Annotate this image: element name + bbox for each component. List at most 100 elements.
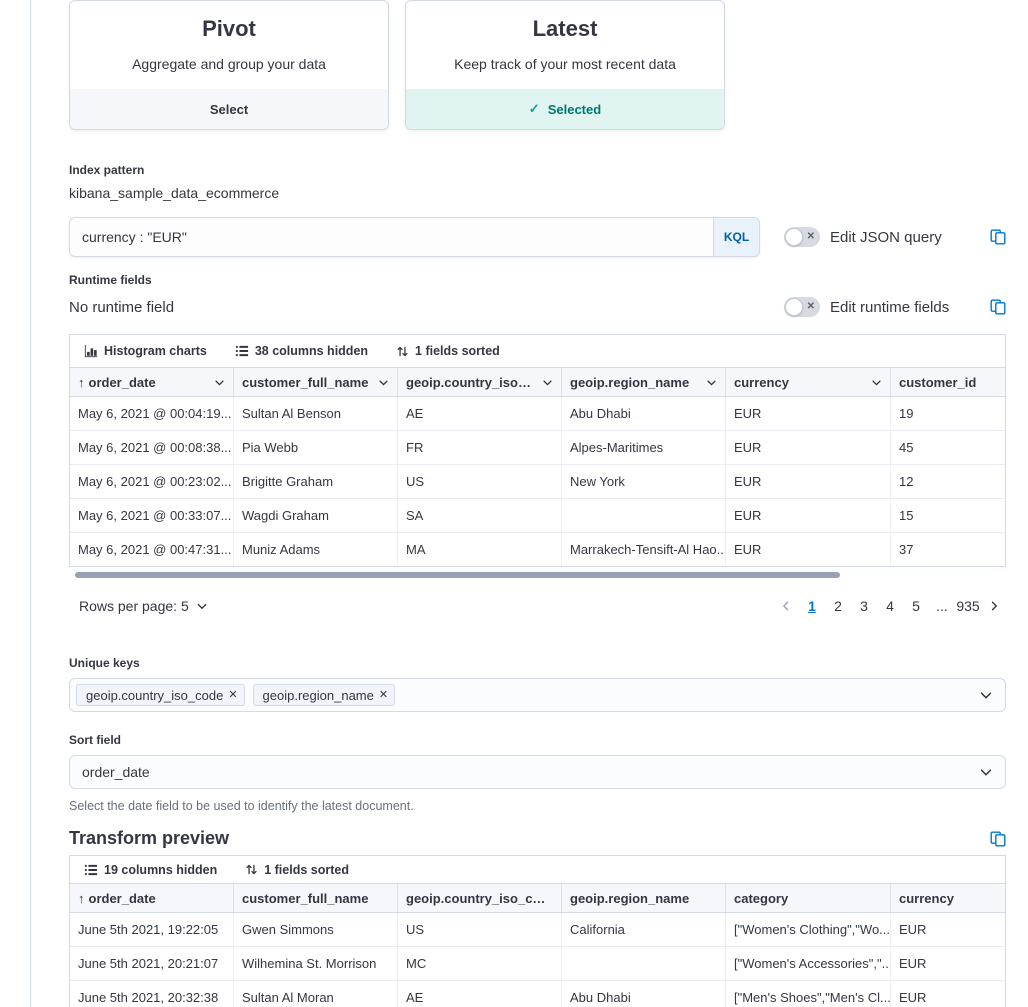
preview-data-grid: 19 columns hidden 1 fields sorted ↑ orde… <box>69 855 1006 1007</box>
cell: ["Women's Clothing","Wo... <box>726 913 891 946</box>
pivot-card: Pivot Aggregate and group your data Sele… <box>69 0 389 130</box>
latest-selected-button[interactable]: ✓ Selected <box>406 89 724 129</box>
pivot-card-title: Pivot <box>70 16 388 42</box>
column-header-country-iso[interactable]: geoip.country_iso_co... <box>398 368 562 396</box>
pivot-select-button[interactable]: Select <box>70 89 388 129</box>
edit-runtime-toggle-group: ✕ Edit runtime fields <box>784 297 949 317</box>
table-row: May 6, 2021 @ 00:33:07... Wagdi Graham S… <box>70 499 1005 533</box>
columns-hidden-button[interactable]: 19 columns hidden <box>84 863 217 877</box>
unique-keys-combobox[interactable]: geoip.country_iso_code ✕ geoip.region_na… <box>69 678 1006 712</box>
prev-page-button[interactable] <box>774 594 798 618</box>
sort-field-label: Sort field <box>69 733 1006 747</box>
fields-sorted-button[interactable]: 1 fields sorted <box>245 863 349 877</box>
cell: May 6, 2021 @ 00:33:07... <box>70 499 234 532</box>
scrollbar-thumb[interactable] <box>75 572 840 578</box>
unique-keys-label: Unique keys <box>69 656 1006 670</box>
chevron-down-icon[interactable] <box>214 377 225 388</box>
page-button-last[interactable]: 935 <box>956 594 980 618</box>
page-button-3[interactable]: 3 <box>852 594 876 618</box>
chevron-down-icon <box>196 600 208 612</box>
cell <box>562 947 726 980</box>
column-header-country-iso[interactable]: geoip.country_iso_code <box>398 884 562 912</box>
close-icon[interactable]: ✕ <box>228 690 237 701</box>
column-header-order-date[interactable]: ↑ order_date <box>70 884 234 912</box>
preview-grid-header: ↑ order_date customer_full_name geoip.co… <box>70 884 1005 913</box>
close-icon[interactable]: ✕ <box>379 690 388 701</box>
column-header-order-date[interactable]: ↑ order_date <box>70 368 234 396</box>
source-data-grid: Histogram charts 38 columns hidden 1 fie… <box>69 334 1006 567</box>
chevron-down-icon <box>979 765 993 779</box>
histogram-icon <box>84 344 98 358</box>
edit-runtime-fields-toggle[interactable]: ✕ <box>784 297 820 317</box>
cell: US <box>398 913 562 946</box>
sort-asc-icon: ↑ <box>78 891 85 906</box>
column-header-currency[interactable]: currency <box>726 368 891 396</box>
rows-per-page-button[interactable]: Rows per page: 5 <box>79 598 208 614</box>
page-button-4[interactable]: 4 <box>878 594 902 618</box>
transform-method-cards: Pivot Aggregate and group your data Sele… <box>69 0 1006 130</box>
latest-card: Latest Keep track of your most recent da… <box>405 0 725 130</box>
columns-hidden-button[interactable]: 38 columns hidden <box>235 344 368 358</box>
column-header-currency[interactable]: currency <box>891 884 1005 912</box>
cell: Pia Webb <box>234 431 398 464</box>
page-button-1[interactable]: 1 <box>800 594 824 618</box>
table-row: May 6, 2021 @ 00:04:19... Sultan Al Bens… <box>70 397 1005 431</box>
preview-grid-toolbar: 19 columns hidden 1 fields sorted <box>70 856 1005 884</box>
table-row: May 6, 2021 @ 00:08:38... Pia Webb FR Al… <box>70 431 1005 465</box>
table-row: June 5th 2021, 20:21:07 Wilhemina St. Mo… <box>70 947 1005 981</box>
cell: FR <box>398 431 562 464</box>
unique-key-pill[interactable]: geoip.country_iso_code ✕ <box>76 684 245 706</box>
pagination-row: Rows per page: 5 1 2 3 4 5 ... 935 <box>69 594 1006 618</box>
copy-icon[interactable] <box>990 299 1006 315</box>
page-button-5[interactable]: 5 <box>904 594 928 618</box>
chevron-down-icon[interactable] <box>979 688 993 702</box>
cell: ["Men's Shoes","Men's Cl... <box>726 981 891 1007</box>
cell: 12 <box>891 465 1005 498</box>
transform-preview-title: Transform preview <box>69 828 229 849</box>
unique-key-pill[interactable]: geoip.region_name ✕ <box>253 684 396 706</box>
runtime-fields-label: Runtime fields <box>69 273 1006 287</box>
cell: Brigitte Graham <box>234 465 398 498</box>
table-row: June 5th 2021, 20:32:38 Sultan Al Moran … <box>70 981 1005 1007</box>
cell: Muniz Adams <box>234 533 398 566</box>
chevron-down-icon[interactable] <box>378 377 389 388</box>
page-button-2[interactable]: 2 <box>826 594 850 618</box>
column-header-category[interactable]: category <box>726 884 891 912</box>
column-header-customer-full-name[interactable]: customer_full_name <box>234 368 398 396</box>
sort-field-select[interactable]: order_date <box>69 755 1006 789</box>
index-pattern-label: Index pattern <box>69 163 1006 177</box>
cell: Sultan Al Moran <box>234 981 398 1007</box>
cell: US <box>398 465 562 498</box>
chevron-down-icon[interactable] <box>871 377 882 388</box>
cell: May 6, 2021 @ 00:47:31... <box>70 533 234 566</box>
column-header-customer-id[interactable]: customer_id <box>891 368 1005 396</box>
chevron-down-icon[interactable] <box>542 377 553 388</box>
columns-icon <box>84 863 98 877</box>
edit-json-query-toggle[interactable]: ✕ <box>784 227 820 247</box>
latest-selected-label: Selected <box>548 102 601 117</box>
fields-sorted-button[interactable]: 1 fields sorted <box>396 344 500 358</box>
query-row: currency : "EUR" KQL ✕ Edit JSON query <box>69 217 1006 257</box>
column-header-region-name[interactable]: geoip.region_name <box>562 368 726 396</box>
cell: Sultan Al Benson <box>234 397 398 430</box>
copy-icon[interactable] <box>990 831 1006 847</box>
cell: Marrakech-Tensift-Al Hao... <box>562 533 726 566</box>
kql-language-button[interactable]: KQL <box>713 218 759 256</box>
transform-wizard-page: Pivot Aggregate and group your data Sele… <box>0 0 1028 1007</box>
horizontal-scrollbar <box>69 572 1006 578</box>
cell: ["Women's Accessories","... <box>726 947 891 980</box>
cell: May 6, 2021 @ 00:23:02... <box>70 465 234 498</box>
cell: EUR <box>726 465 891 498</box>
search-query-input[interactable]: currency : "EUR" KQL <box>69 217 760 257</box>
chevron-down-icon[interactable] <box>706 377 717 388</box>
runtime-fields-value: No runtime field <box>69 299 760 316</box>
histogram-charts-button[interactable]: Histogram charts <box>84 344 207 358</box>
cell: June 5th 2021, 20:32:38 <box>70 981 234 1007</box>
cell: AE <box>398 397 562 430</box>
copy-icon[interactable] <box>990 229 1006 245</box>
edit-json-query-label: Edit JSON query <box>830 229 942 246</box>
next-page-button[interactable] <box>982 594 1006 618</box>
column-header-region-name[interactable]: geoip.region_name <box>562 884 726 912</box>
column-header-customer-full-name[interactable]: customer_full_name <box>234 884 398 912</box>
table-row: May 6, 2021 @ 00:23:02... Brigitte Graha… <box>70 465 1005 499</box>
